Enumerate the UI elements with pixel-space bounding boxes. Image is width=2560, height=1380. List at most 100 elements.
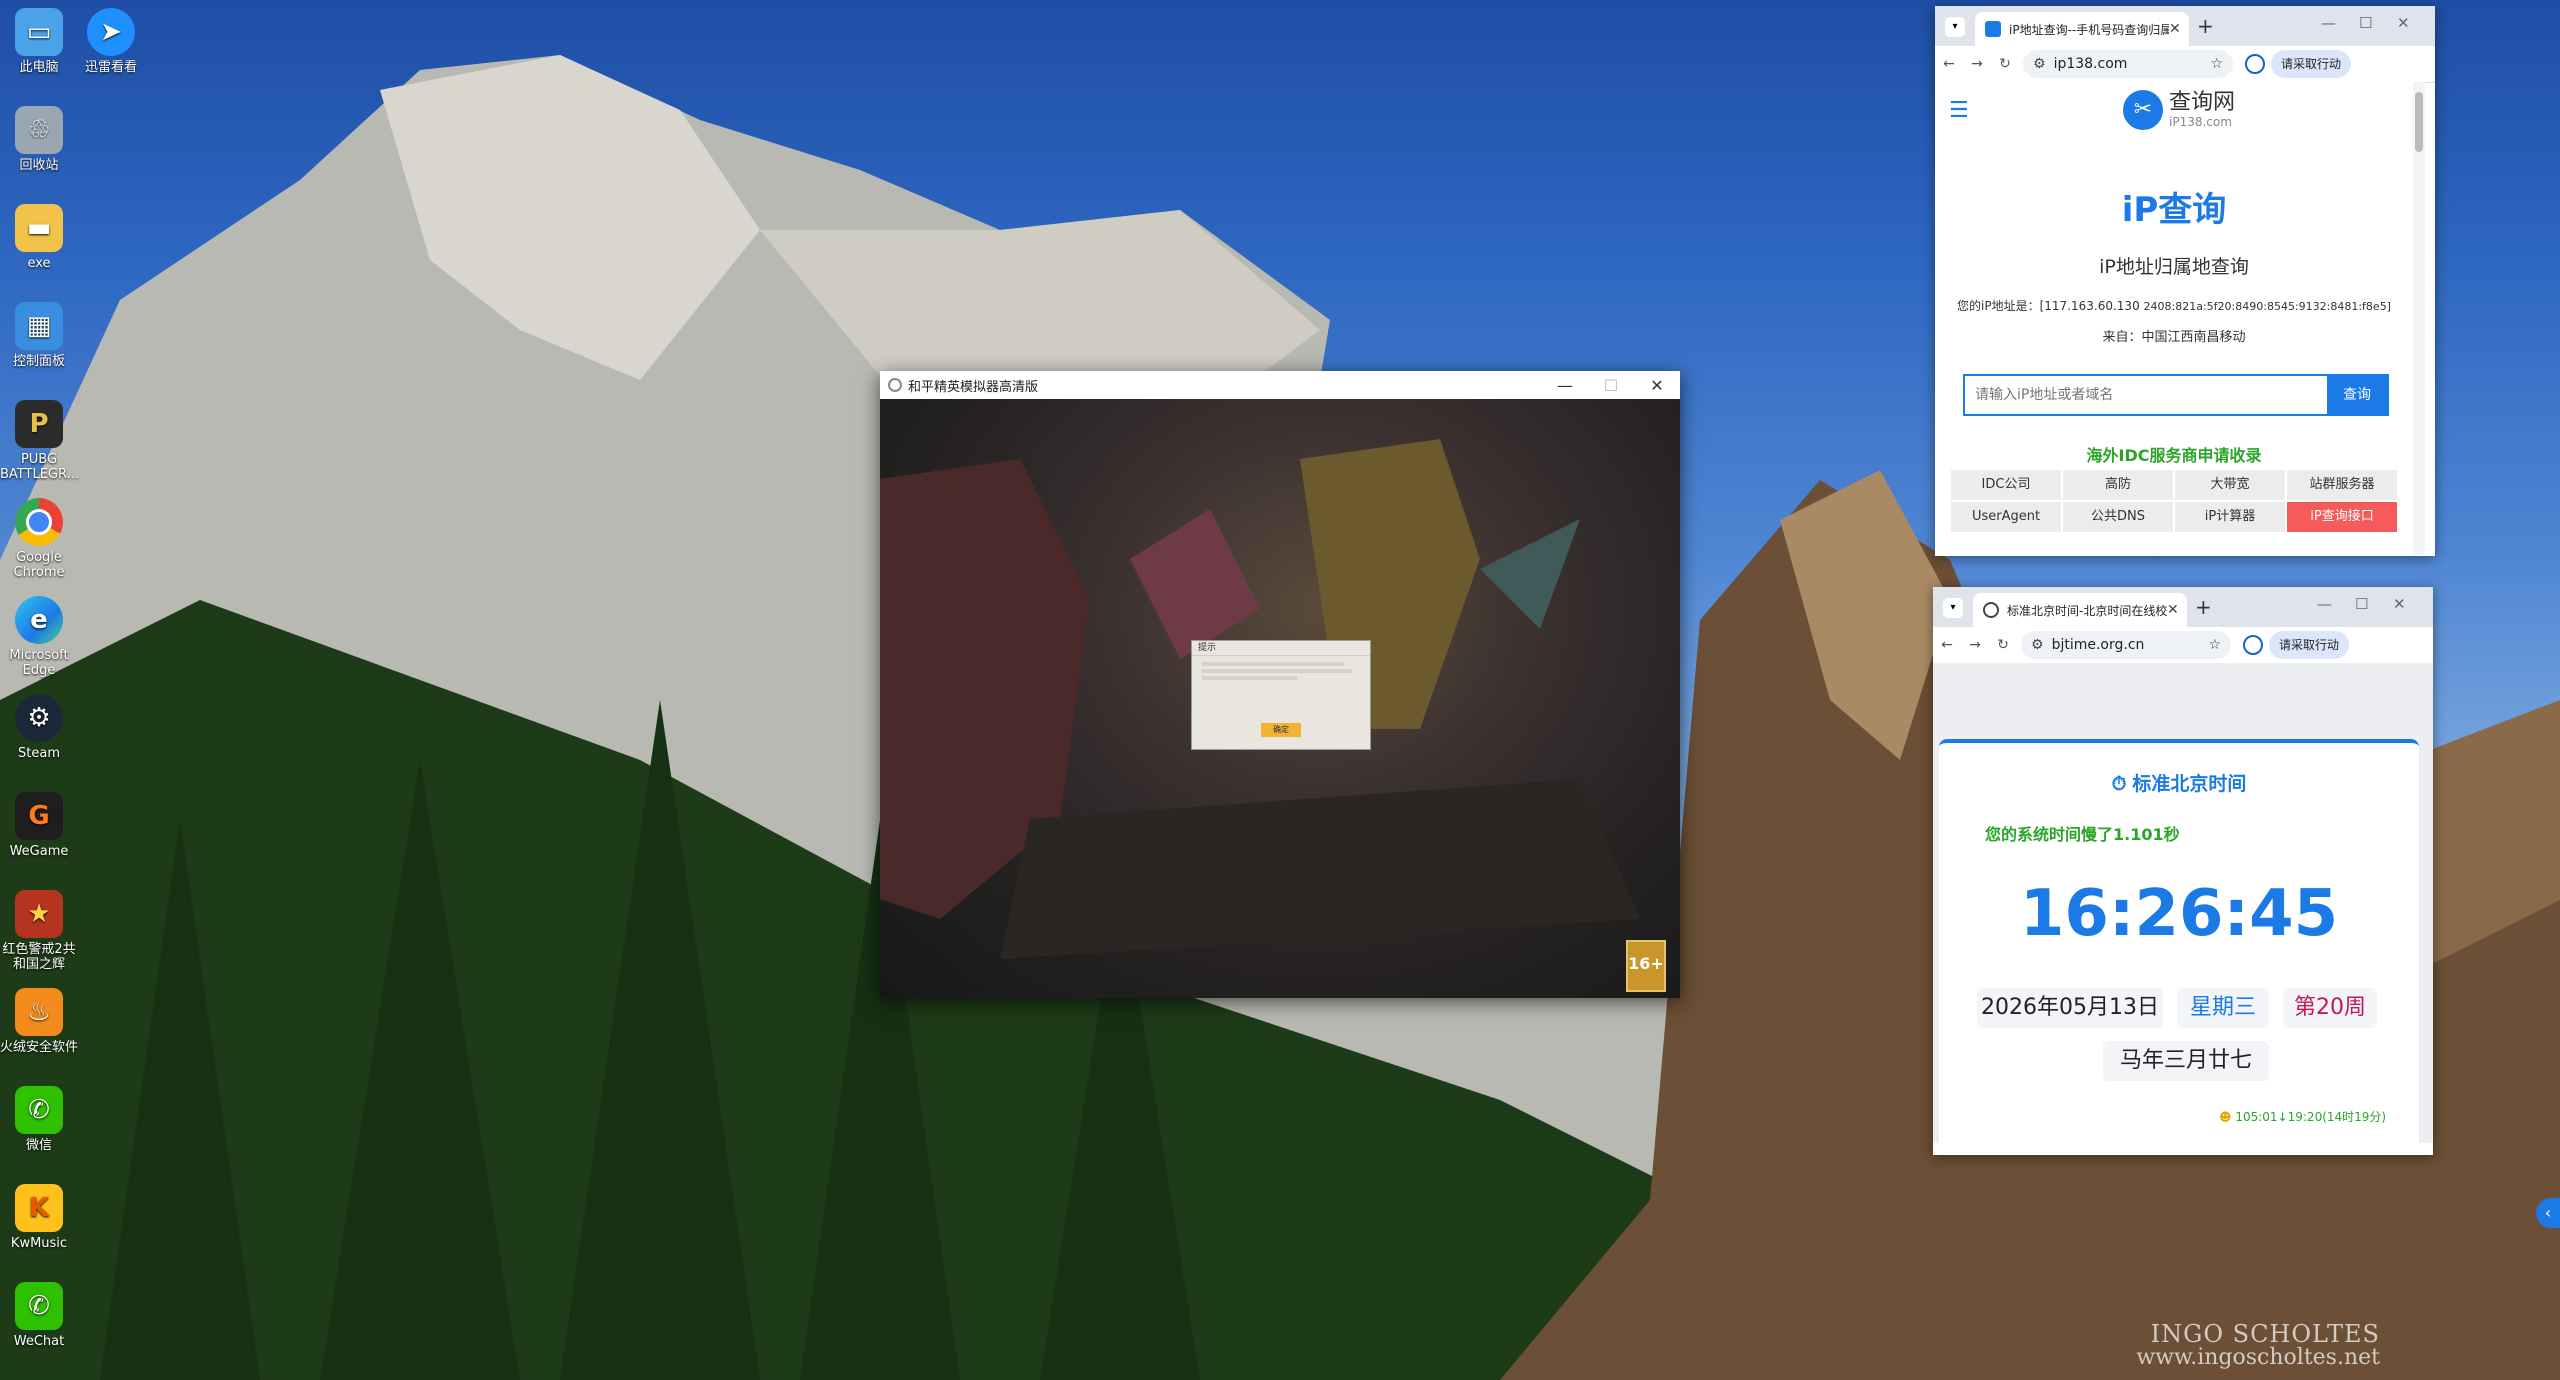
- tab-search-icon[interactable]: ▾: [1945, 17, 1965, 37]
- sync-status: 您的系统时间慢了1.101秒: [1985, 825, 2180, 844]
- scrollbar-thumb[interactable]: [2415, 92, 2423, 152]
- desktop-icon-control-panel[interactable]: ▦ 控制面板: [0, 302, 78, 369]
- desktop-icon-wechat-cn[interactable]: ✆ 微信: [0, 1086, 78, 1153]
- ip-search-input[interactable]: [1965, 376, 2327, 414]
- tab-ip138[interactable]: iP地址查询--手机号码查询归属 ✕: [1975, 12, 2189, 46]
- new-tab-button[interactable]: +: [2195, 595, 2212, 619]
- bookmark-star-icon[interactable]: ☆: [2208, 637, 2221, 653]
- reload-icon[interactable]: ↻: [1991, 56, 2019, 72]
- origin-line: 来自：中国江西南昌移动: [1935, 326, 2413, 345]
- tab-search-icon[interactable]: ▾: [1943, 598, 1963, 618]
- desktop-icon-label: WeChat: [13, 1334, 65, 1349]
- desktop-icon-wegame[interactable]: G WeGame: [0, 792, 78, 859]
- game-viewport[interactable]: 提示 确定 16+: [880, 399, 1680, 998]
- forward-icon[interactable]: →: [1961, 637, 1989, 653]
- address-bar[interactable]: ⚙ ip138.com ☆: [2023, 50, 2233, 78]
- desktop-icon-exe-folder[interactable]: ▬ exe: [0, 204, 78, 271]
- origin-value: 中国江西南昌移动: [2141, 330, 2246, 345]
- desktop-icon-xunlei[interactable]: ➤ 迅雷看看: [72, 8, 150, 75]
- edge-icon: e: [15, 596, 63, 644]
- close-button[interactable]: ✕: [1634, 376, 1680, 395]
- address-bar[interactable]: ⚙ bjtime.org.cn ☆: [2021, 631, 2231, 659]
- wrench-logo-icon: ✂: [2123, 90, 2163, 130]
- tab-close-icon[interactable]: ✕: [2169, 21, 2189, 37]
- site-logo[interactable]: ✂ 查询网 iP138.com: [2123, 90, 2235, 130]
- time-card-heading: ⏱ 标准北京时间: [1939, 769, 2419, 796]
- desktop-icon-chrome[interactable]: Google Chrome: [0, 498, 78, 580]
- desktop-icon-recycle-bin[interactable]: ♲ 回收站: [0, 106, 78, 173]
- game-alert-ok-button[interactable]: 确定: [1261, 723, 1301, 737]
- link-station-group[interactable]: 站群服务器: [2287, 470, 2397, 500]
- ipv6-value: 2408:821a:5f20:8490:8545:9132:8481:f8e5]: [2143, 300, 2391, 313]
- link-ddos[interactable]: 高防: [2063, 470, 2173, 500]
- tab-bjtime[interactable]: 标准北京时间-北京时间在线校 ✕: [1973, 593, 2187, 627]
- ip138-favicon-icon: [1985, 21, 2001, 37]
- site-info-icon[interactable]: ⚙: [2033, 56, 2046, 72]
- desktop-icon-label: PUBG BATTLEGR...: [0, 452, 79, 482]
- site-info-icon[interactable]: ⚙: [2031, 637, 2044, 653]
- wechat-icon: ✆: [15, 1282, 63, 1330]
- game-alert-title: 提示: [1192, 641, 1370, 656]
- bjtime-page: ⏱ 标准北京时间 您的系统时间慢了1.101秒 16:26:45 2026年05月…: [1933, 663, 2433, 1143]
- desktop-icon-steam[interactable]: ⚙ Steam: [0, 694, 78, 761]
- week-number-pill: 第20周: [2283, 988, 2377, 1028]
- chrome-icon: [15, 498, 63, 546]
- ip138-page: ☰ ✂ 查询网 iP138.com iP查询 iP地址归属地查询 您的iP地址是…: [1935, 82, 2425, 555]
- menu-icon[interactable]: ☰: [1949, 98, 1969, 123]
- maximize-button[interactable]: ☐: [1588, 376, 1634, 395]
- desktop-icon-red-alert[interactable]: ★ 红色警戒2共和国之辉: [0, 890, 78, 972]
- desktop-icon-label: Steam: [18, 746, 60, 761]
- back-icon[interactable]: ←: [1933, 637, 1961, 653]
- new-tab-button[interactable]: +: [2197, 14, 2214, 38]
- steam-icon: ⚙: [15, 694, 63, 742]
- profile-icon[interactable]: [2245, 54, 2265, 74]
- recommended-action-button[interactable]: 请采取行动: [2269, 631, 2350, 659]
- maximize-button[interactable]: ☐: [2355, 595, 2368, 613]
- link-ip-calculator[interactable]: iP计算器: [2175, 502, 2285, 532]
- tab-close-icon[interactable]: ✕: [2167, 602, 2187, 618]
- maximize-button[interactable]: ☐: [2359, 14, 2372, 32]
- desktop-icon-kwmusic[interactable]: K KwMusic: [0, 1184, 78, 1251]
- desktop-icon-label: 火绒安全软件: [0, 1040, 79, 1055]
- emulator-titlebar[interactable]: 和平精英模拟器高清版 — ☐ ✕: [880, 371, 1680, 399]
- desktop-icon-computer[interactable]: ▭ 此电脑: [0, 8, 78, 75]
- reload-icon[interactable]: ↻: [1989, 637, 2017, 653]
- game-alert-body: [1192, 656, 1370, 686]
- your-ip-label: 您的iP地址是：: [1957, 299, 2040, 313]
- desktop-icon-edge[interactable]: e Microsoft Edge: [0, 596, 78, 678]
- link-idc[interactable]: IDC公司: [1951, 470, 2061, 500]
- emulator-logo-icon: [888, 378, 902, 392]
- time-card: ⏱ 标准北京时间 您的系统时间慢了1.101秒 16:26:45 2026年05月…: [1939, 739, 2419, 1143]
- browser-window-ip138: ▾ iP地址查询--手机号码查询归属 ✕ + — ☐ ✕ ← → ↻ ⚙ ip1…: [1935, 6, 2435, 556]
- link-bandwidth[interactable]: 大带宽: [2175, 470, 2285, 500]
- back-icon[interactable]: ←: [1935, 56, 1963, 72]
- bookmark-star-icon[interactable]: ☆: [2210, 56, 2223, 72]
- recommended-action-button[interactable]: 请采取行动: [2271, 50, 2352, 78]
- ip-query-button[interactable]: 查询: [2327, 376, 2387, 414]
- tab-title: 标准北京时间-北京时间在线校: [2007, 603, 2167, 618]
- wallpaper-watermark: INGO SCHOLTES www.ingoscholtes.net: [2136, 1322, 2380, 1370]
- profile-icon[interactable]: [2243, 635, 2263, 655]
- weekday-pill: 星期三: [2177, 988, 2269, 1028]
- desktop-icon-label: 控制面板: [12, 354, 65, 369]
- close-button[interactable]: ✕: [2397, 14, 2410, 32]
- desktop-icon-label: exe: [27, 256, 51, 271]
- desktop-icon-pubg[interactable]: P PUBG BATTLEGR...: [0, 400, 79, 482]
- minimize-button[interactable]: —: [2317, 595, 2332, 613]
- recycle-bin-icon: ♲: [15, 106, 63, 154]
- desktop-icon-huorong[interactable]: ♨ 火绒安全软件: [0, 988, 78, 1055]
- desktop-icon-label: Google Chrome: [13, 550, 65, 580]
- minimize-button[interactable]: —: [2321, 14, 2336, 32]
- sun-info: ☻ 105:01↓19:20(14时19分): [2219, 1108, 2386, 1125]
- ip-search-form: 查询: [1963, 374, 2389, 416]
- close-button[interactable]: ✕: [2393, 595, 2406, 613]
- link-public-dns[interactable]: 公共DNS: [2063, 502, 2173, 532]
- minimize-button[interactable]: —: [1542, 376, 1588, 395]
- forward-icon[interactable]: →: [1963, 56, 1991, 72]
- idc-title: 海外IDC服务商申请收录: [2086, 446, 2262, 465]
- link-useragent[interactable]: UserAgent: [1951, 502, 2061, 532]
- side-panel-toggle[interactable]: ‹: [2536, 1198, 2560, 1228]
- link-ip-api[interactable]: iP查询接口: [2287, 502, 2397, 532]
- desktop-icon-wechat[interactable]: ✆ WeChat: [0, 1282, 78, 1349]
- page-scrollbar[interactable]: [2413, 82, 2425, 555]
